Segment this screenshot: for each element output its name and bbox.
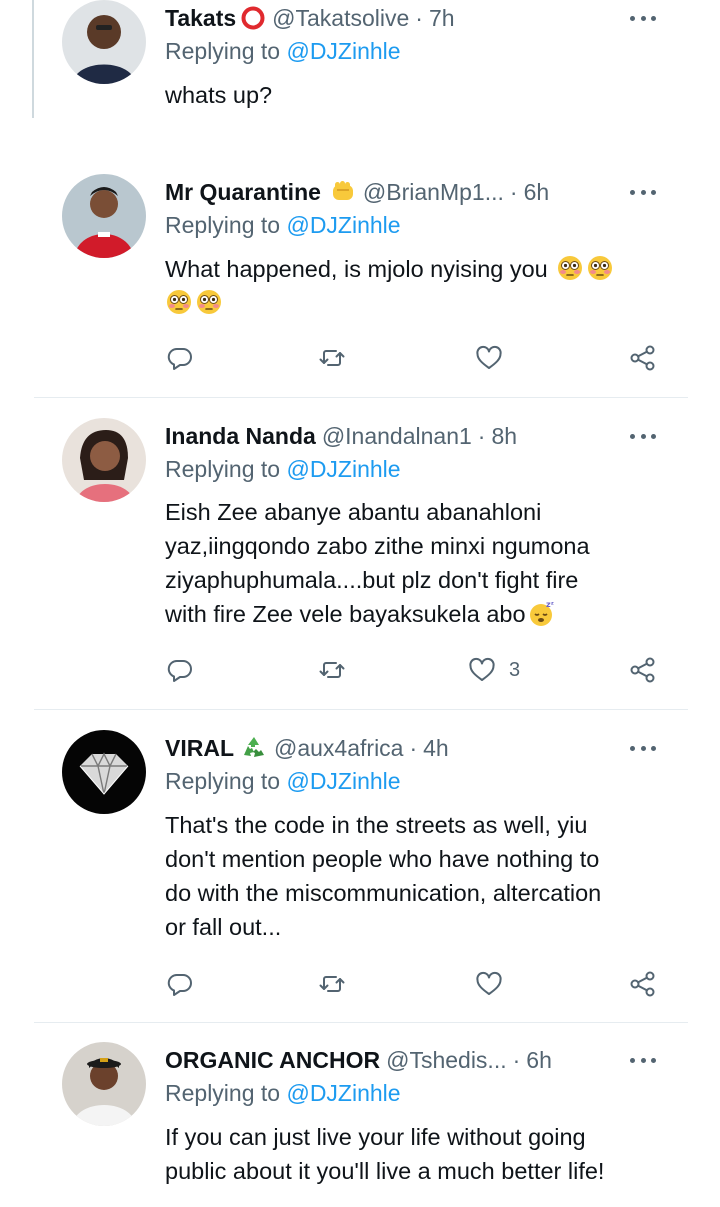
separator-dot: · [509,178,518,205]
timestamp[interactable]: 6h [524,179,550,206]
retweet-icon [317,969,347,999]
avatar[interactable] [62,418,146,502]
tweet-actions [0,340,720,376]
thread-line [32,0,34,118]
retweet-button[interactable] [317,966,347,1002]
like-button[interactable]: 3 [467,652,520,688]
heart-icon [474,969,504,999]
reply-button[interactable] [165,966,195,1002]
handle[interactable]: @aux4africa [274,735,403,762]
retweet-icon [317,343,347,373]
timestamp[interactable]: 7h [429,5,455,32]
sleeping-face-emoji-icon: zᶻ [528,599,556,627]
handle[interactable]: @Tshedis... [386,1047,507,1074]
like-button[interactable] [474,966,504,1002]
replying-to: Replying to @DJZinhle [165,1080,401,1106]
reply-button[interactable] [165,652,195,688]
speech-bubble-icon [165,655,195,685]
mention-link[interactable]: @DJZinhle [286,38,400,64]
raised-fist-emoji-icon [329,178,357,206]
red-ring-icon [240,5,266,31]
more-dots-icon[interactable] [628,738,658,758]
like-count: 3 [509,658,521,681]
handle[interactable]: @Inandalnan1 [322,423,472,450]
retweet-button[interactable] [317,652,347,688]
tweet-text: If you can just live your life without g… [165,1124,605,1184]
avatar[interactable] [62,1042,146,1126]
divider [34,1022,688,1023]
flushed-face-emoji-icon [556,254,584,282]
heart-icon [467,655,497,685]
retweet-icon [317,655,347,685]
timestamp[interactable]: 6h [526,1047,552,1074]
avatar[interactable] [62,0,146,84]
tweet-actions: 3 [0,652,720,688]
handle[interactable]: @Takatsolive [272,5,409,32]
more-dots-icon[interactable] [628,1050,658,1070]
share-button[interactable] [628,340,658,376]
replying-to: Replying to @DJZinhle [165,212,401,238]
separator-dot: · [409,734,418,761]
separator-dot: · [415,4,423,31]
handle[interactable]: @BrianMp1... [363,179,504,206]
tweet-actions [0,966,720,1002]
flushed-face-emoji-icon [195,288,223,316]
reply-button[interactable] [165,340,195,376]
display-name[interactable]: Inanda Nanda [165,423,316,450]
share-icon [628,969,658,999]
mention-link[interactable]: @DJZinhle [286,212,400,238]
svg-text:zᶻ: zᶻ [546,600,554,609]
replying-to: Replying to @DJZinhle [165,768,401,794]
tweet-text: That's the code in the streets as well, … [165,812,602,940]
separator-dot: · [512,1046,521,1073]
divider [34,397,688,398]
share-icon [628,343,658,373]
separator-dot: · [477,422,486,449]
tweet-text: whats up? [165,82,273,108]
display-name[interactable]: Takats [165,5,236,32]
heart-icon [474,343,504,373]
mention-link[interactable]: @DJZinhle [286,456,400,482]
tweet-text: Eish Zee abanye abantu abanahloni yaz,ii… [165,499,590,627]
share-icon [628,655,658,685]
flushed-face-emoji-icon [165,288,193,316]
display-name[interactable]: Mr Quarantine [165,179,321,206]
mention-link[interactable]: @DJZinhle [286,768,400,794]
avatar[interactable] [62,730,146,814]
recycle-icon [240,734,268,762]
more-dots-icon[interactable] [628,182,658,202]
share-button[interactable] [628,652,658,688]
speech-bubble-icon [165,969,195,999]
divider [34,709,688,710]
avatar[interactable] [62,174,146,258]
more-dots-icon[interactable] [628,426,658,446]
flushed-face-emoji-icon [586,254,614,282]
more-dots-icon[interactable] [628,8,658,28]
tweet-text: What happened, is mjolo nyising you [165,252,685,320]
share-button[interactable] [628,966,658,1002]
like-button[interactable] [474,340,504,376]
display-name[interactable]: VIRAL [165,735,234,762]
replying-to: Replying to @DJZinhle [165,456,401,482]
timestamp[interactable]: 8h [491,423,517,450]
replying-to: Replying to @DJZinhle [165,38,401,64]
display-name[interactable]: ORGANIC ANCHOR [165,1047,380,1074]
retweet-button[interactable] [317,340,347,376]
timestamp[interactable]: 4h [423,735,449,762]
speech-bubble-icon [165,343,195,373]
mention-link[interactable]: @DJZinhle [286,1080,400,1106]
